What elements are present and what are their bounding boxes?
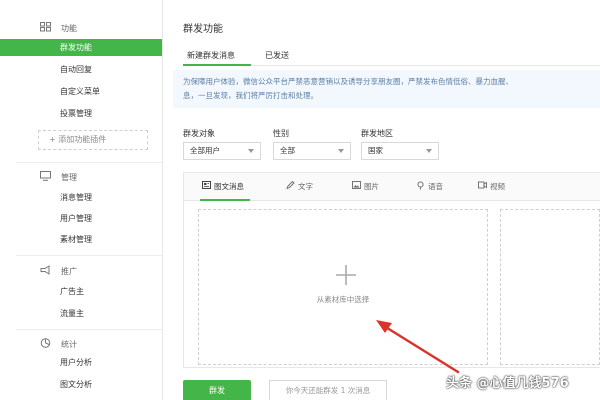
image-icon <box>352 181 361 189</box>
tool-video[interactable]: 视频 <box>478 181 505 192</box>
notice-line: 为保障用户体验，微信公众平台严禁恶意营销以及诱导分享朋友圈，严禁发布色情低俗、暴… <box>183 77 513 86</box>
send-button[interactable]: 群发 <box>183 380 251 400</box>
monitor-icon <box>40 171 51 181</box>
chevron-down-icon <box>248 149 254 153</box>
message-editor: 图文消息 文字 图片 语音 视频 从素材库中选择 <box>183 172 600 368</box>
tool-text[interactable]: 文字 <box>286 181 313 192</box>
megaphone-icon <box>40 265 50 275</box>
notice-banner: 为保障用户体验，微信公众平台严禁恶意营销以及诱导分享朋友圈，严禁发布色情低俗、暴… <box>173 70 600 108</box>
tool-label: 语音 <box>428 182 443 191</box>
divider <box>16 162 162 163</box>
voice-icon <box>417 181 424 190</box>
gender-label: 性别 <box>273 129 289 138</box>
page-title: 群发功能 <box>183 24 223 35</box>
message-type-toolbar: 图文消息 文字 图片 语音 视频 <box>184 173 600 201</box>
sidebar: 功能 群发功能 自动回复 自定义菜单 投票管理 + 添加功能插件 管理 消息管理… <box>0 0 163 400</box>
sidebar-item-publisher[interactable]: 流量主 <box>0 305 162 322</box>
sidebar-item-materials[interactable]: 素材管理 <box>0 231 162 248</box>
plus-icon <box>336 265 356 285</box>
active-tab-indicator <box>183 64 251 66</box>
tab-bar: 新建群发消息 已发送 <box>183 44 600 66</box>
target-select[interactable]: 全部用户 <box>183 142 261 160</box>
tab-label: 已发送 <box>265 51 289 60</box>
sidebar-item-vote[interactable]: 投票管理 <box>0 105 162 122</box>
sidebar-item-users[interactable]: 用户管理 <box>0 210 162 227</box>
target-label: 群发对象 <box>183 129 215 138</box>
target-select-value: 全部用户 <box>190 146 220 155</box>
chart-icon <box>40 338 51 348</box>
region-select-value: 国家 <box>368 146 383 155</box>
tab-sent[interactable]: 已发送 <box>265 50 289 61</box>
tool-voice[interactable]: 语音 <box>417 181 443 192</box>
sidebar-item-custom-menu[interactable]: 自定义菜单 <box>0 83 162 100</box>
chevron-down-icon <box>426 149 432 153</box>
sidebar-item-article-analysis[interactable]: 图文分析 <box>0 376 162 393</box>
select-from-library-label: 从素材库中选择 <box>316 295 370 304</box>
tool-label: 图片 <box>364 182 379 191</box>
select-from-library-area[interactable]: 从素材库中选择 <box>198 209 488 365</box>
divider <box>16 255 162 256</box>
tool-label: 视频 <box>490 182 505 191</box>
main-content: 群发功能 新建群发消息 已发送 为保障用户体验，微信公众平台严禁恶意营销以及诱导… <box>165 0 600 400</box>
tool-image[interactable]: 图片 <box>352 181 379 192</box>
divider <box>16 329 162 330</box>
sidebar-item-advertiser[interactable]: 广告主 <box>0 283 162 300</box>
section-label: 推广 <box>61 267 77 276</box>
notice-line: 息，一旦发现，我们将严厉打击和处理。 <box>183 91 318 100</box>
tool-label: 文字 <box>298 182 313 191</box>
region-label: 群发地区 <box>361 129 393 138</box>
grid-icon <box>40 22 51 32</box>
create-new-area[interactable] <box>500 209 600 365</box>
watermark: 头条 @心值几钱576 <box>446 376 569 391</box>
sidebar-item-messages[interactable]: 消息管理 <box>0 189 162 206</box>
send-quota-info: 你今天还能群发 1 次消息 <box>269 380 387 400</box>
add-plugin-button[interactable]: + 添加功能插件 <box>38 130 148 150</box>
video-icon <box>478 181 487 189</box>
pen-icon <box>286 181 295 189</box>
gender-select[interactable]: 全部 <box>273 142 351 160</box>
tab-new-message[interactable]: 新建群发消息 <box>187 50 235 61</box>
sidebar-item-user-analysis[interactable]: 用户分析 <box>0 354 162 371</box>
sidebar-item-mass-send[interactable]: 群发功能 <box>0 39 162 56</box>
news-icon <box>202 181 211 189</box>
gender-select-value: 全部 <box>280 146 295 155</box>
section-label: 管理 <box>61 173 77 182</box>
sidebar-item-auto-reply[interactable]: 自动回复 <box>0 61 162 78</box>
tool-news[interactable]: 图文消息 <box>200 181 250 201</box>
chevron-down-icon <box>338 149 344 153</box>
region-select[interactable]: 国家 <box>361 142 439 160</box>
section-label: 功能 <box>61 24 77 33</box>
tool-label: 图文消息 <box>214 182 244 191</box>
tab-label: 新建群发消息 <box>187 51 235 60</box>
section-label: 统计 <box>61 340 77 349</box>
